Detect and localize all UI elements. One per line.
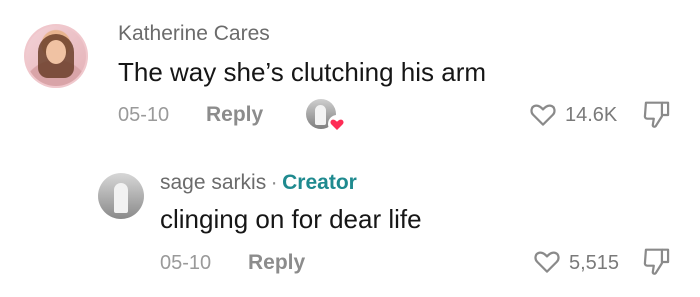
comment-username[interactable]: Katherine Cares bbox=[118, 22, 270, 46]
reply-like-count: 5,515 bbox=[569, 252, 620, 274]
reply-username[interactable]: sage sarkis bbox=[160, 171, 266, 194]
heart-outline-icon bbox=[532, 246, 562, 276]
reply-dislike-button[interactable] bbox=[642, 246, 672, 278]
thumbs-down-icon bbox=[642, 99, 672, 131]
like-count: 14.6K bbox=[565, 104, 618, 126]
reply-text: clinging on for dear life bbox=[160, 204, 422, 234]
heart-outline-icon bbox=[528, 99, 558, 129]
separator-dot: · bbox=[270, 171, 278, 194]
commenter-avatar[interactable] bbox=[24, 24, 88, 88]
creator-badge: Creator bbox=[282, 171, 357, 194]
reply-date: 05-10 bbox=[160, 252, 212, 274]
creator-avatar[interactable] bbox=[98, 173, 144, 219]
reply-header: sage sarkis · Creator bbox=[160, 171, 357, 195]
heart-filled-icon bbox=[328, 115, 346, 133]
reply-to-reply-button[interactable]: Reply bbox=[248, 251, 305, 275]
thumbs-down-icon bbox=[642, 246, 672, 278]
reply-button[interactable]: Reply bbox=[206, 103, 263, 127]
comment-text: The way she’s clutching his arm bbox=[118, 57, 487, 87]
creator-liked-indicator bbox=[306, 99, 346, 133]
dislike-button[interactable] bbox=[642, 99, 672, 131]
reply-like-button[interactable] bbox=[532, 246, 562, 276]
like-button[interactable] bbox=[528, 99, 558, 129]
comment-date: 05-10 bbox=[118, 104, 170, 126]
